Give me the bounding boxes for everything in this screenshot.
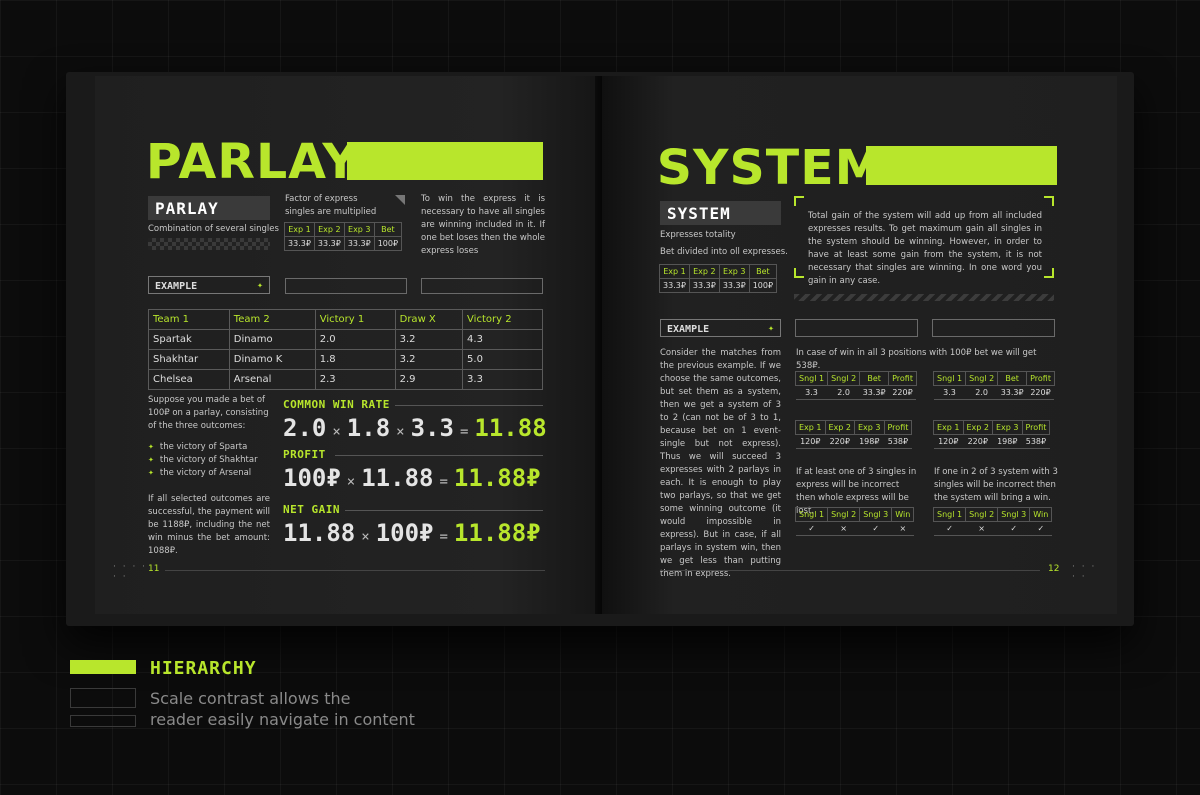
parlay-mini-table: Exp 1 Exp 2 Exp 3 Bet 33.3₽ 33.3₽ 33.3₽ 100₽ xyxy=(284,222,403,251)
list-item: the victory of Shakhtar xyxy=(148,454,258,467)
net-gain-formula: 11.88 × 100₽ = 11.88₽ xyxy=(283,519,541,547)
title-accent-bar xyxy=(347,142,543,180)
table-row: Shakhtar Dinamo K 1.8 3.2 5.0 xyxy=(148,349,543,370)
placeholder-box xyxy=(285,278,407,294)
consider-text: Consider the matches from the previous e… xyxy=(660,348,781,579)
title-accent-bar xyxy=(866,146,1057,185)
example-label: EXAMPLE ✦ xyxy=(660,319,781,337)
if-text: If all selected outcomes are successful,… xyxy=(148,494,270,556)
singles-table: Sngl 1 Sngl 2 Bet Profit 3.3 2.0 33.3₽ 220₽ xyxy=(932,371,1055,400)
placeholder-box xyxy=(932,319,1055,337)
corner-mark xyxy=(395,195,405,205)
tag-caption: Expresses totality xyxy=(660,230,736,240)
case-text: In case of win in all 3 positions with 1… xyxy=(796,348,1037,371)
list-item: the victory of Arsenal xyxy=(148,467,258,480)
system-mini-table: Exp 1 Exp 2 Exp 3 Bet 33.3₽ 33.3₽ 33.3₽ 100₽ xyxy=(659,264,778,293)
parlay-title: PARLAY xyxy=(145,134,359,190)
example-label: EXAMPLE ✦ xyxy=(148,276,270,294)
placeholder-box xyxy=(795,319,918,337)
system-tag: SYSTEM xyxy=(660,201,781,225)
teams-table: Team 1 Team 2 Victory 1 Draw X Victory 2 S… xyxy=(148,309,543,390)
suppose-text: Suppose you made a bet of 100₽ on a parl… xyxy=(148,395,269,431)
oneof-text: If one in 2 of 3 system with 3 singles w… xyxy=(934,467,1058,503)
list-item: the victory of Sparta xyxy=(148,441,258,454)
tag-caption: Combination of several singles xyxy=(148,224,279,234)
factor-text: Factor of express singles are multiplied xyxy=(285,194,377,217)
divider xyxy=(345,510,543,511)
formula-label: PROFIT xyxy=(283,448,326,461)
total-text: Total gain of the system will add up fro… xyxy=(808,211,1042,286)
profit-formula: 100₽ × 11.88 = 11.88₽ xyxy=(283,464,541,492)
parlay-tag: PARLAY xyxy=(148,196,270,220)
bracket-corner xyxy=(794,196,804,206)
formula-label: NET GAIN xyxy=(283,503,340,516)
right-page: SYSTEM SYSTEM Expresses totality Bet div… xyxy=(602,76,1117,614)
express-table: Exp 1 Exp 2 Exp 3 Profit 120₽ 220₽ 198₽ 538₽ xyxy=(795,420,913,449)
divided-text: Bet divided into oll expresses. xyxy=(660,247,788,257)
win-rate-formula: 2.0 × 1.8 × 3.3 = 11.88 xyxy=(283,414,547,442)
footer-rule xyxy=(165,570,545,571)
legend-swatch-thin xyxy=(70,715,136,727)
placeholder-box xyxy=(421,278,543,294)
express-table: Exp 1 Exp 2 Exp 3 Profit 120₽ 220₽ 198₽ 538₽ xyxy=(933,420,1051,449)
dot-ornament: · · · · · xyxy=(1072,562,1097,582)
bracket-corner xyxy=(794,268,804,278)
hatch-stripe xyxy=(794,294,1054,301)
table-row: Chelsea Arsenal 2.3 2.9 3.3 xyxy=(148,369,543,390)
system-title: SYSTEM xyxy=(656,140,885,196)
table-row: Spartak Dinamo 2.0 3.2 4.3 xyxy=(148,329,543,350)
footer-rule xyxy=(660,570,1040,571)
win-text: To win the express it is necessary to ha… xyxy=(421,194,545,256)
page-number: 11 xyxy=(148,564,160,574)
formula-label: COMMON WIN RATE xyxy=(283,398,390,411)
dot-ornament: · · · · · · xyxy=(113,562,148,582)
outcome-table: Sngl 1 Sngl 2 Sngl 3 Win ✓ × ✓ × xyxy=(794,507,915,536)
page-number: 12 xyxy=(1048,564,1060,574)
legend-swatch-lime xyxy=(70,660,136,674)
checker-pattern xyxy=(148,238,270,250)
outcome-table: Sngl 1 Sngl 2 Sngl 3 Win ✓ × ✓ ✓ xyxy=(932,507,1053,536)
divider xyxy=(335,455,543,456)
outcome-bullets: the victory of Sparta the victory of Sha… xyxy=(148,441,258,480)
legend-title: HIERARCHY xyxy=(150,658,257,679)
legend-line-2: reader easily navigate in content xyxy=(150,710,415,729)
legend-swatch-dark xyxy=(70,688,136,708)
bracket-corner xyxy=(1044,196,1054,206)
legend-line-1: Scale contrast allows the xyxy=(150,689,351,708)
divider xyxy=(395,405,543,406)
left-page: PARLAY PARLAY Combination of several sin… xyxy=(95,76,602,614)
bracket-corner xyxy=(1044,268,1054,278)
singles-table: Sngl 1 Sngl 2 Bet Profit 3.3 2.0 33.3₽ 220₽ xyxy=(794,371,917,400)
